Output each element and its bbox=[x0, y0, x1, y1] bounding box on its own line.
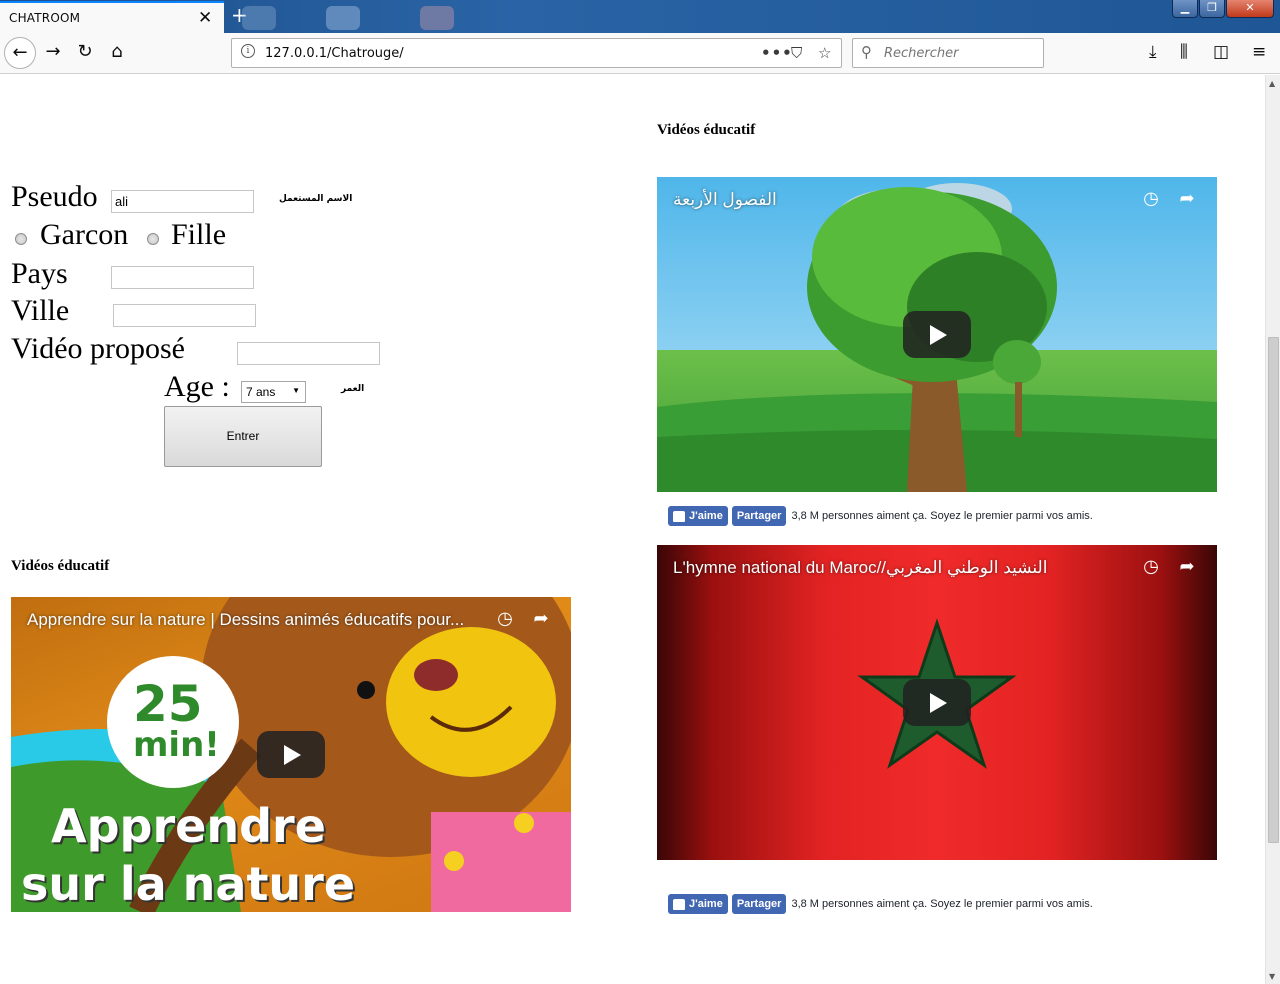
search-bar[interactable]: ⚲ bbox=[852, 38, 1044, 68]
bookmark-star-icon[interactable]: ☆ bbox=[818, 43, 831, 63]
reload-icon[interactable]: ↻ bbox=[69, 37, 101, 69]
sidebar-icon[interactable]: ◫ bbox=[1213, 42, 1229, 62]
back-icon[interactable]: ← bbox=[4, 37, 36, 69]
video-embed-anthem[interactable]: L'hymne national du Maroc//النشيد الوطني… bbox=[657, 545, 1217, 860]
scrollbar-thumb[interactable] bbox=[1268, 337, 1279, 843]
fb-like-label: J'aime bbox=[689, 898, 723, 910]
video-embed-seasons[interactable]: الفصول الأربعة ◷ ➦ bbox=[657, 177, 1217, 492]
url-bar[interactable]: i 127.0.0.1/Chatrouge/ ••• ⛉ ☆ bbox=[231, 38, 842, 68]
right-section-heading: Vidéos éducatif bbox=[657, 122, 756, 138]
url-text[interactable]: 127.0.0.1/Chatrouge/ bbox=[265, 46, 404, 61]
thumbnail-caption-line1: Apprendre bbox=[51, 799, 326, 853]
garcon-radio[interactable] bbox=[15, 233, 27, 245]
home-icon[interactable]: ⌂ bbox=[101, 37, 133, 69]
fb-like-button[interactable]: J'aime bbox=[668, 894, 728, 914]
share-icon[interactable]: ➦ bbox=[529, 607, 553, 631]
play-icon[interactable] bbox=[903, 679, 971, 726]
pocket-icon[interactable]: ⛉ bbox=[791, 43, 802, 63]
facebook-like-bar: J'aime Partager 3,8 M personnes aiment ç… bbox=[668, 894, 1093, 914]
search-icon: ⚲ bbox=[861, 43, 872, 61]
video-embed-nature[interactable]: 25 min! Apprendre sur la nature Apprendr… bbox=[11, 597, 571, 912]
maximize-icon[interactable]: ❐ bbox=[1199, 0, 1225, 18]
page-viewport: Pseudo الاسم المستعمل Garcon Fille Pays … bbox=[0, 75, 1265, 984]
pseudo-input[interactable] bbox=[111, 190, 254, 213]
menu-icon[interactable]: ≡ bbox=[1252, 42, 1266, 62]
download-icon[interactable]: ⤓ bbox=[1149, 42, 1157, 62]
fille-radio[interactable] bbox=[147, 233, 159, 245]
search-input[interactable] bbox=[884, 44, 1034, 62]
page-actions-icon[interactable]: ••• bbox=[761, 43, 793, 63]
watch-later-icon[interactable]: ◷ bbox=[493, 607, 517, 631]
ville-label: Ville bbox=[11, 294, 70, 327]
background-window-ghost bbox=[326, 6, 360, 30]
age-select-value: 7 ans bbox=[246, 385, 276, 399]
pseudo-label: Pseudo bbox=[11, 180, 98, 213]
background-window-ghost bbox=[420, 6, 454, 30]
thumbs-up-icon bbox=[673, 510, 685, 522]
scroll-down-icon[interactable]: ▼ bbox=[1269, 972, 1275, 981]
video-propose-label: Vidéo proposé bbox=[11, 332, 185, 365]
watch-later-icon[interactable]: ◷ bbox=[1139, 555, 1163, 579]
thumbnail-caption-line2: sur la nature bbox=[21, 857, 356, 911]
left-section-heading: Vidéos éducatif bbox=[11, 558, 110, 574]
facebook-like-bar: J'aime Partager 3,8 M personnes aiment ç… bbox=[668, 506, 1093, 526]
share-icon[interactable]: ➦ bbox=[1175, 555, 1199, 579]
minimize-icon[interactable]: ▁ bbox=[1172, 0, 1198, 18]
video-propose-input[interactable] bbox=[237, 342, 380, 365]
scroll-up-icon[interactable]: ▲ bbox=[1269, 79, 1275, 88]
video-title[interactable]: الفصول الأربعة bbox=[673, 190, 777, 210]
video-title[interactable]: Apprendre sur la nature | Dessins animés… bbox=[27, 610, 464, 630]
age-select[interactable]: 7 ans ▼ bbox=[241, 381, 306, 403]
age-label: Age : bbox=[164, 370, 230, 403]
play-icon[interactable] bbox=[257, 731, 325, 778]
video-title[interactable]: L'hymne national du Maroc//النشيد الوطني… bbox=[673, 558, 1047, 578]
watch-later-icon[interactable]: ◷ bbox=[1139, 187, 1163, 211]
page-scrollbar[interactable]: ▲ ▼ bbox=[1265, 75, 1280, 984]
pseudo-arabic-label: الاسم المستعمل bbox=[279, 194, 353, 204]
window-titlebar: CHATROOM ✕ + ▁ ❐ ✕ bbox=[0, 0, 1280, 33]
window-controls: ▁ ❐ ✕ bbox=[1172, 0, 1280, 19]
thumbnail-badge-unit: min! bbox=[133, 725, 220, 765]
forward-icon[interactable]: → bbox=[37, 37, 69, 69]
fb-share-button[interactable]: Partager bbox=[731, 894, 787, 914]
background-window-ghost bbox=[242, 6, 276, 30]
play-icon[interactable] bbox=[903, 311, 971, 358]
fb-like-button[interactable]: J'aime bbox=[668, 506, 728, 526]
enter-button[interactable]: Entrer bbox=[164, 406, 322, 467]
share-icon[interactable]: ➦ bbox=[1175, 187, 1199, 211]
fb-share-button[interactable]: Partager bbox=[731, 506, 787, 526]
browser-toolbar: ← → ↻ ⌂ i 127.0.0.1/Chatrouge/ ••• ⛉ ☆ ⚲… bbox=[0, 33, 1280, 74]
thumbs-up-icon bbox=[673, 898, 685, 910]
pays-input[interactable] bbox=[111, 266, 254, 289]
tab-title: CHATROOM bbox=[9, 11, 81, 25]
garcon-label: Garcon bbox=[40, 218, 129, 251]
browser-tab[interactable]: CHATROOM ✕ bbox=[0, 1, 224, 33]
ville-input[interactable] bbox=[113, 304, 256, 327]
pays-label: Pays bbox=[11, 257, 68, 290]
close-window-icon[interactable]: ✕ bbox=[1226, 0, 1274, 18]
fb-like-count: 3,8 M personnes aiment ça. Soyez le prem… bbox=[791, 510, 1093, 522]
fb-like-count: 3,8 M personnes aiment ça. Soyez le prem… bbox=[791, 898, 1093, 910]
close-tab-icon[interactable]: ✕ bbox=[198, 8, 212, 28]
age-arabic-label: العمر bbox=[341, 384, 365, 394]
fille-label: Fille bbox=[171, 218, 227, 251]
chevron-down-icon: ▼ bbox=[292, 386, 300, 395]
library-icon[interactable]: ⫼ bbox=[1180, 42, 1188, 62]
fb-like-label: J'aime bbox=[689, 510, 723, 522]
info-icon[interactable]: i bbox=[241, 44, 255, 58]
